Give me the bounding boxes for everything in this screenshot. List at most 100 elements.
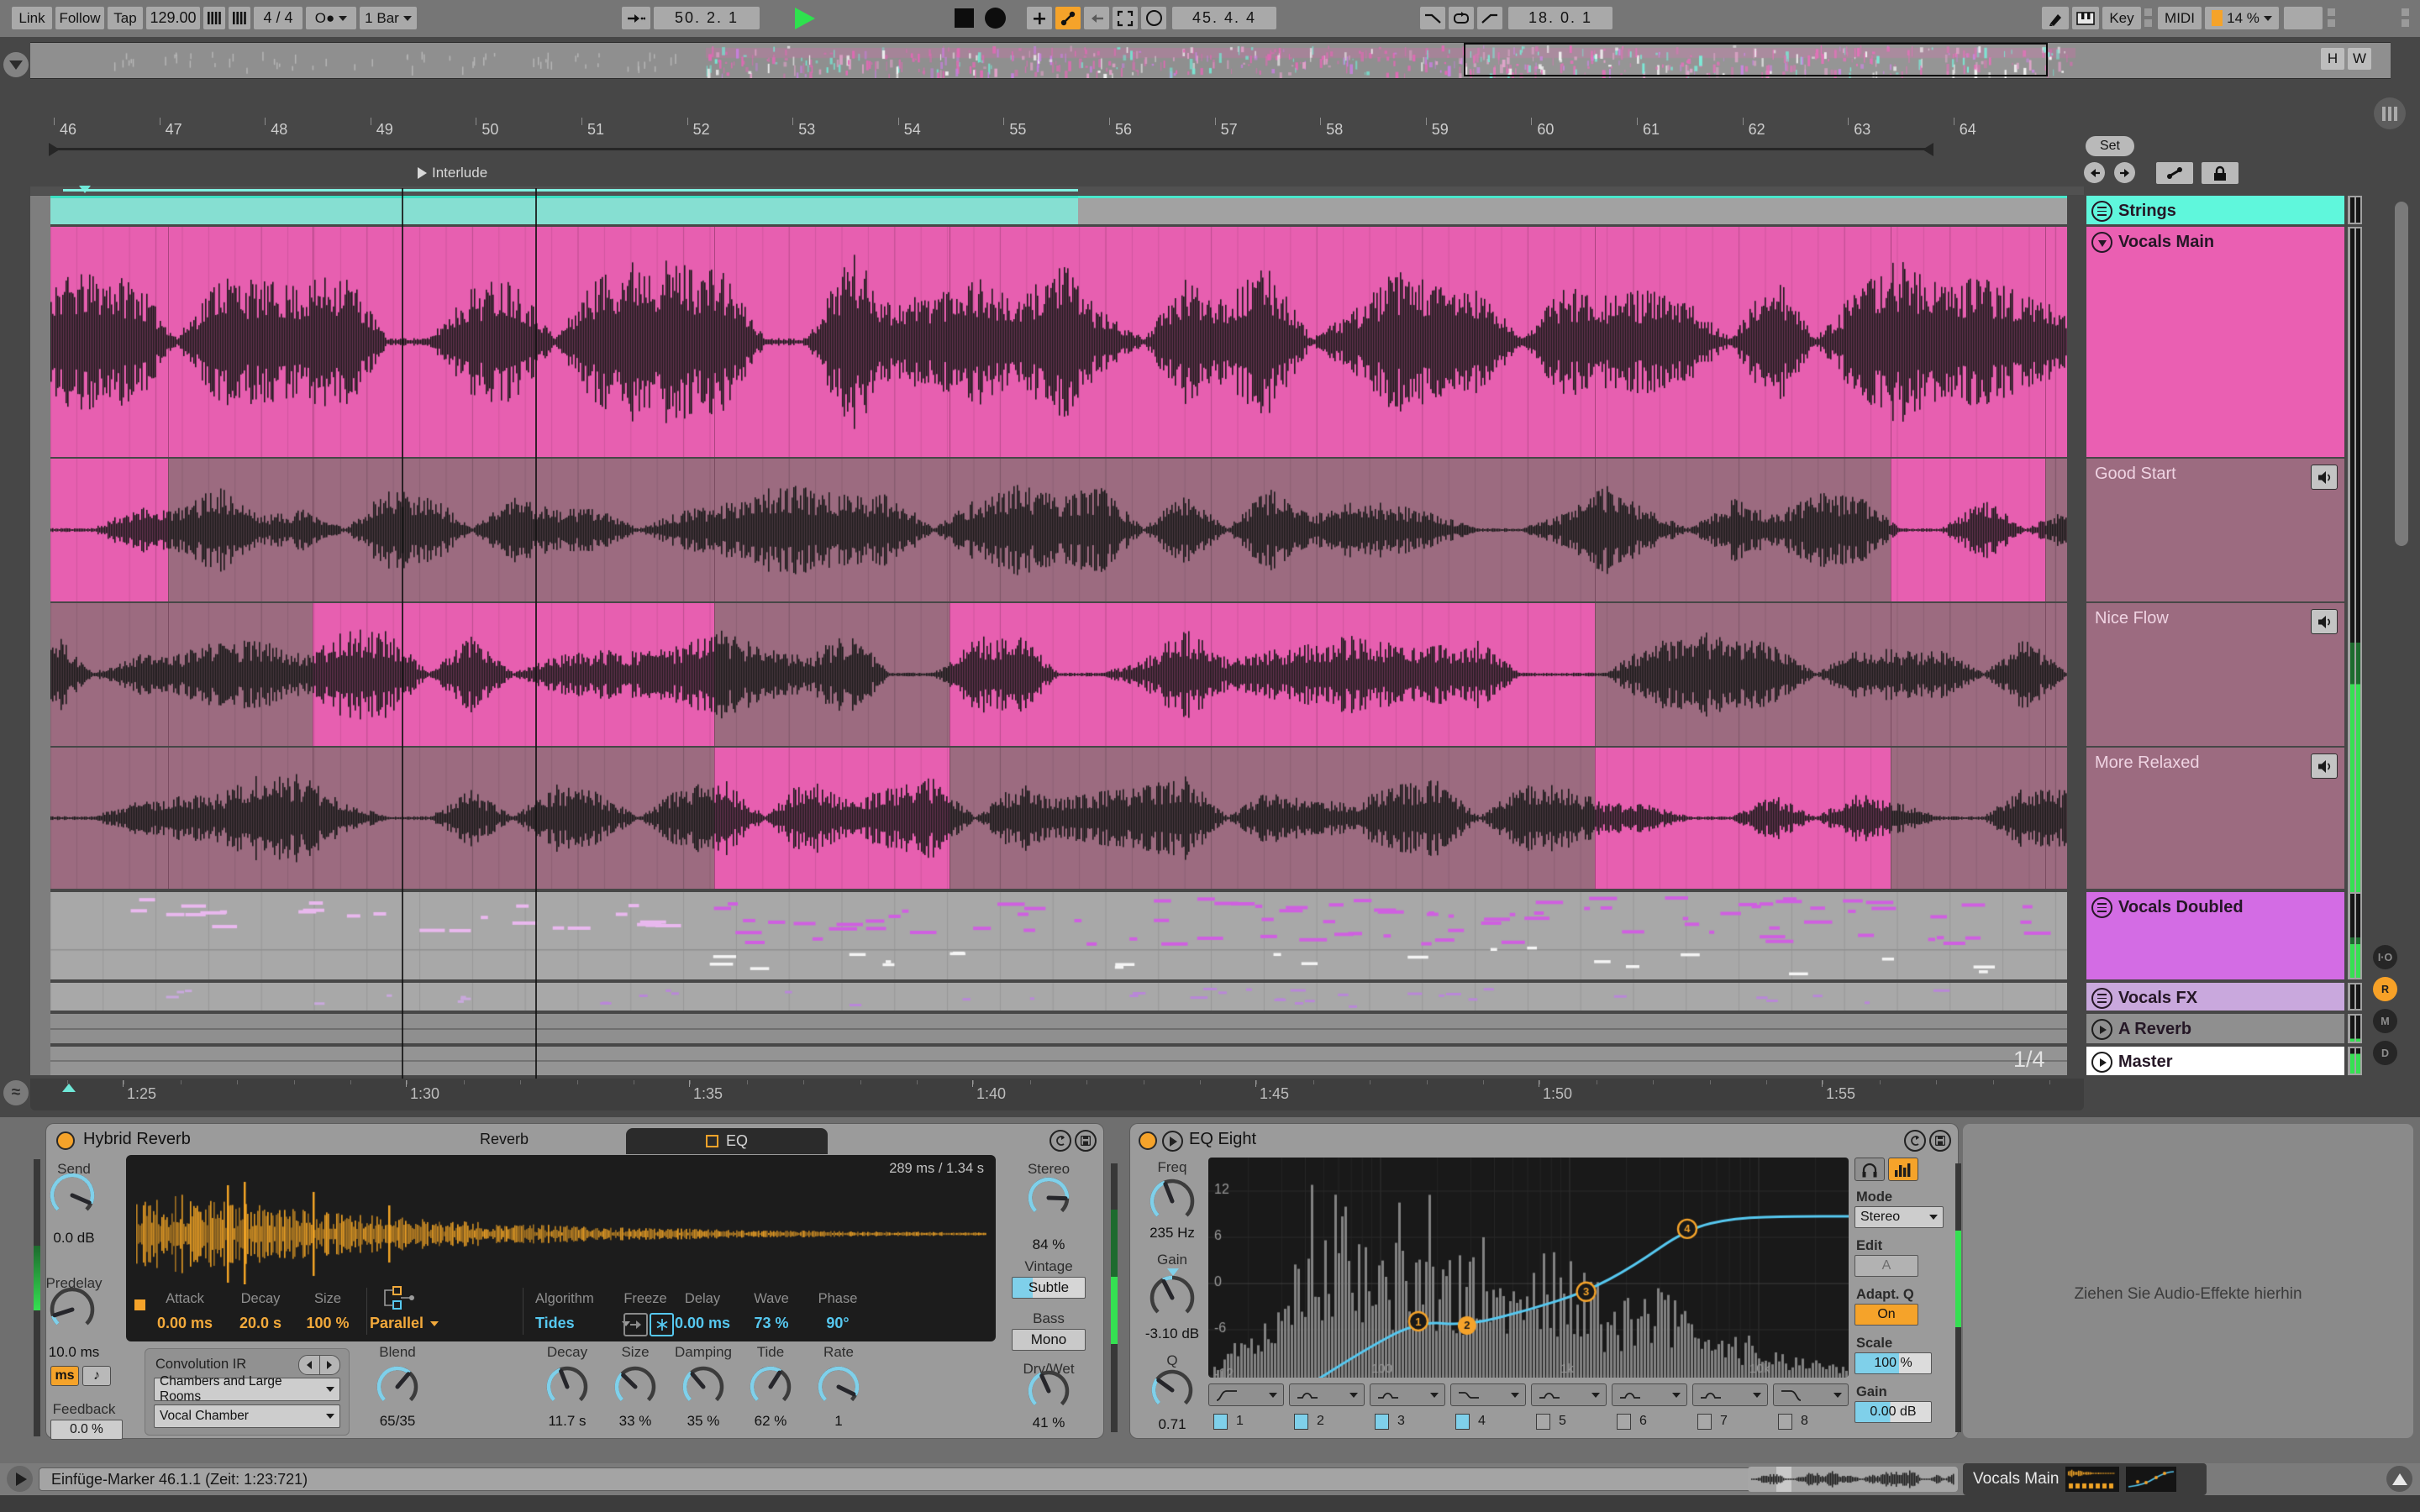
band-3-activator[interactable]: 3: [1370, 1413, 1445, 1430]
computer-midi-keyboard-button[interactable]: [2072, 7, 2099, 29]
band-checkbox[interactable]: [1617, 1413, 1631, 1430]
wave-value[interactable]: 73 %: [754, 1315, 788, 1332]
arrangement-follow-button[interactable]: [622, 7, 650, 29]
track-header-a-reverb[interactable]: A Reverb: [2086, 1014, 2344, 1043]
track-name[interactable]: Master: [2118, 1053, 2172, 1072]
band-6-activator[interactable]: 6: [1612, 1413, 1687, 1430]
band-gain-value[interactable]: -3.10 dB: [1145, 1326, 1199, 1342]
track-header-good-start[interactable]: Good Start: [2086, 459, 2344, 601]
rate-value[interactable]: 1: [834, 1413, 842, 1430]
draw-automation-button[interactable]: [2156, 162, 2193, 184]
clip-lane-nice-flow[interactable]: [50, 603, 2067, 746]
side-button-record[interactable]: R: [2373, 977, 2397, 1001]
device-on-led[interactable]: [56, 1131, 75, 1150]
loop-start-handle[interactable]: [49, 143, 60, 156]
tab-eq[interactable]: EQ: [626, 1128, 828, 1154]
track-name[interactable]: Vocals Main: [2118, 233, 2214, 252]
drywet-value[interactable]: 41 %: [1033, 1415, 1065, 1431]
band-7-filter-dropdown[interactable]: [1692, 1383, 1768, 1406]
play-button[interactable]: [795, 8, 815, 29]
track-name[interactable]: Nice Flow: [2095, 609, 2169, 628]
loop-region-bar[interactable]: [53, 148, 1930, 150]
ir-file-dropdown[interactable]: Vocal Chamber: [154, 1404, 340, 1428]
nudge-down-button[interactable]: [203, 7, 225, 29]
link-button[interactable]: Link: [12, 7, 52, 29]
bass-mono-selector[interactable]: Mono: [1012, 1329, 1086, 1351]
device-thumbnail-hybrid-reverb[interactable]: [2065, 1467, 2120, 1492]
predelay-knob[interactable]: [47, 1284, 97, 1335]
track-header-vocals-doubled[interactable]: Vocals Doubled: [2086, 892, 2344, 979]
punch-out-button[interactable]: [1477, 7, 1502, 29]
clip-lane-vocals-doubled[interactable]: [50, 892, 2067, 979]
band-4-activator[interactable]: 4: [1450, 1413, 1526, 1430]
bar-number[interactable]: 54: [904, 121, 921, 139]
back-to-arrangement-corner[interactable]: [3, 52, 29, 77]
band-6-filter-dropdown[interactable]: [1612, 1383, 1687, 1406]
band-8-filter-dropdown[interactable]: [1773, 1383, 1849, 1406]
locator-interlude[interactable]: Interlude: [418, 165, 487, 181]
quantization-menu[interactable]: 1 Bar: [360, 7, 417, 29]
size-value[interactable]: 100 %: [306, 1315, 349, 1332]
envelope-on-checkbox[interactable]: [134, 1299, 145, 1310]
send-value[interactable]: 0.0 dB: [53, 1230, 94, 1247]
decay-knob[interactable]: [544, 1363, 591, 1410]
device-title[interactable]: EQ Eight: [1189, 1130, 1256, 1149]
band-checkbox[interactable]: [1778, 1413, 1792, 1430]
tide-knob[interactable]: [747, 1363, 794, 1410]
re-enable-automation-button[interactable]: [1084, 7, 1109, 29]
save-preset-icon[interactable]: [1929, 1130, 1951, 1152]
group-fold-icon[interactable]: [2091, 897, 2112, 918]
attack-value[interactable]: 0.00 ms: [157, 1315, 213, 1332]
edit-ab-button[interactable]: A: [1854, 1255, 1918, 1277]
band-checkbox[interactable]: [1375, 1413, 1389, 1430]
overview-h-button[interactable]: H: [2321, 48, 2344, 70]
group-fold-icon[interactable]: [2091, 201, 2112, 222]
arrangement-overview[interactable]: [30, 42, 2391, 79]
clip-lane-good-start[interactable]: [50, 459, 2067, 601]
track-header-master[interactable]: Master: [2086, 1047, 2344, 1075]
track-name[interactable]: Strings: [2118, 202, 2176, 221]
time-ruler[interactable]: [30, 1079, 2084, 1110]
track-name[interactable]: A Reverb: [2118, 1020, 2191, 1039]
tab-reverb[interactable]: Reverb: [441, 1124, 567, 1154]
prev-locator-button[interactable]: [2084, 162, 2105, 183]
overload-indicator[interactable]: [2284, 7, 2323, 29]
device-title[interactable]: Hybrid Reverb: [83, 1130, 191, 1149]
draw-mode-button[interactable]: [2042, 7, 2069, 29]
decay-value[interactable]: 20.0 s: [239, 1315, 281, 1332]
band-freq-value[interactable]: 235 Hz: [1150, 1225, 1195, 1242]
band-2-activator[interactable]: 2: [1289, 1413, 1365, 1430]
bar-number[interactable]: 58: [1326, 121, 1343, 139]
group-unfold-icon[interactable]: [2091, 232, 2112, 253]
hot-swap-icon[interactable]: [1050, 1130, 1071, 1152]
device-fold-button[interactable]: [1162, 1131, 1183, 1152]
bar-number[interactable]: 59: [1432, 121, 1449, 139]
spectrum-toggle-button[interactable]: [1888, 1158, 1918, 1181]
decay-b-value[interactable]: 11.7 s: [548, 1413, 586, 1430]
track-play-icon[interactable]: [2091, 1052, 2112, 1073]
ir-prev-button[interactable]: [299, 1356, 320, 1374]
band-7-activator[interactable]: 7: [1692, 1413, 1768, 1430]
arrangement-position-field[interactable]: 50. 2. 1: [654, 7, 760, 29]
lane-audition-button[interactable]: [2311, 609, 2338, 634]
size-b-value[interactable]: 33 %: [619, 1413, 652, 1430]
gain-knob[interactable]: [1147, 1273, 1197, 1323]
clip-lane-vocals-main[interactable]: [50, 227, 2067, 457]
track-header-vocals-fx[interactable]: Vocals FX: [2086, 983, 2344, 1011]
capture-midi-button[interactable]: [1113, 7, 1138, 29]
bar-number[interactable]: 63: [1854, 121, 1870, 139]
lane-audition-button[interactable]: [2311, 465, 2338, 490]
band-checkbox[interactable]: [1213, 1413, 1228, 1430]
bar-number[interactable]: 55: [1009, 121, 1026, 139]
show-hide-panel-button[interactable]: [2386, 1466, 2412, 1492]
tide-value[interactable]: 62 %: [755, 1413, 787, 1430]
band-checkbox[interactable]: [1294, 1413, 1308, 1430]
time-signature-field[interactable]: 4 / 4: [254, 7, 302, 29]
bar-number[interactable]: 57: [1221, 121, 1238, 139]
bar-number[interactable]: 56: [1115, 121, 1132, 139]
clip-lane-vocals-fx[interactable]: [50, 983, 2067, 1011]
follow-button[interactable]: Follow: [55, 7, 104, 29]
bar-number[interactable]: 48: [271, 121, 287, 139]
vintage-selector[interactable]: Subtle: [1012, 1277, 1086, 1299]
phase-value[interactable]: 90°: [826, 1315, 849, 1332]
